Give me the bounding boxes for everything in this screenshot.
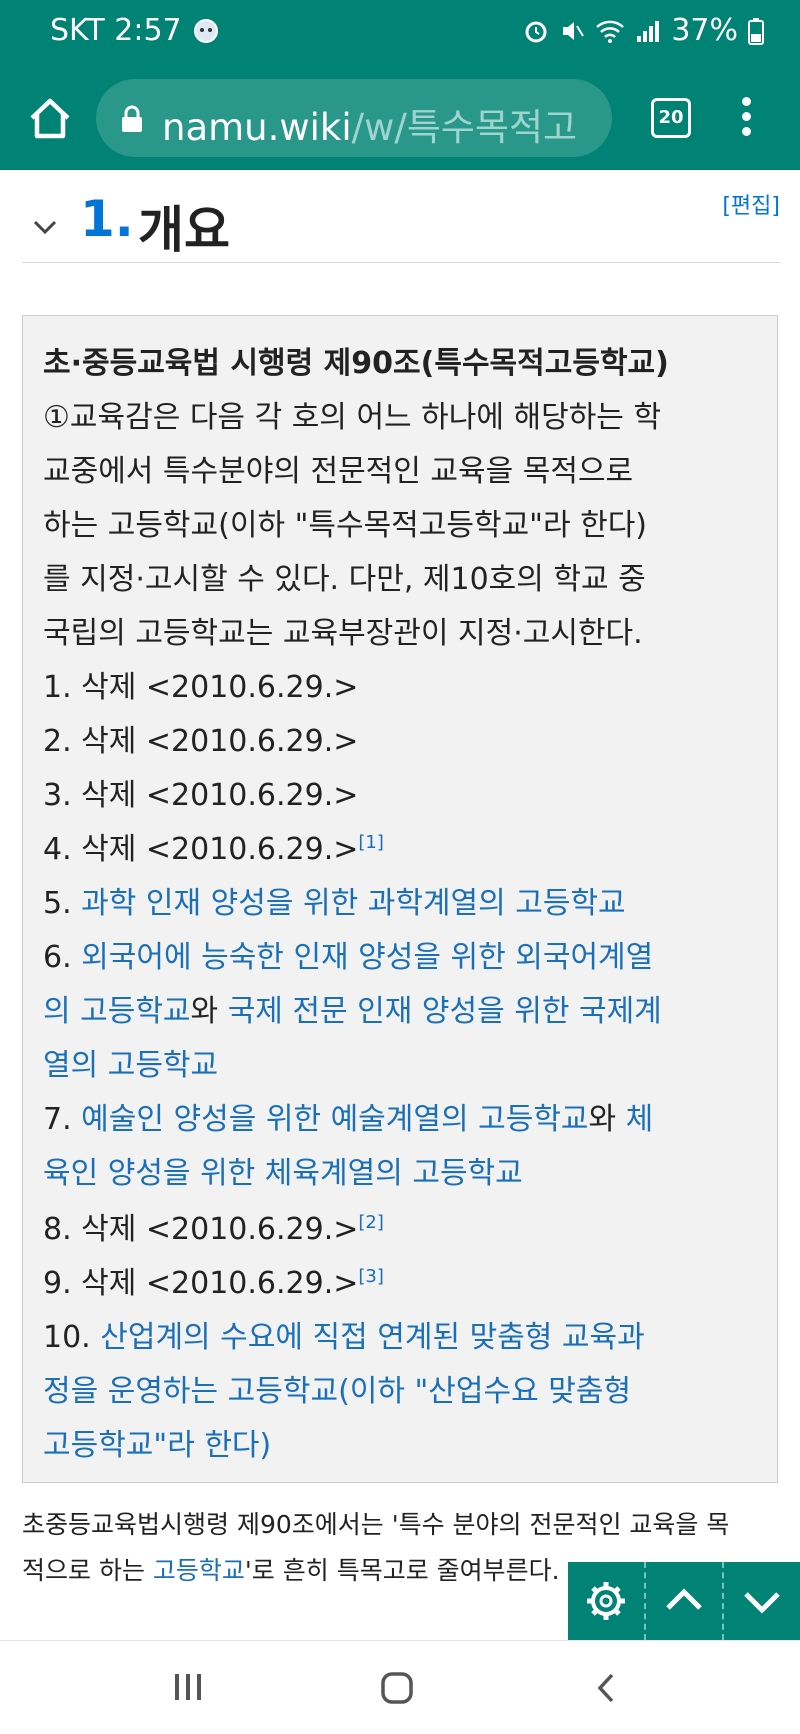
sports-school-link[interactable]: 체 [626, 1102, 654, 1137]
system-nav-bar [0, 1640, 800, 1734]
law-item-8: 8. 삭제 <2010.6.29.>[2] [43, 1204, 384, 1248]
paragraph-text: 적으로 하는 [22, 1556, 153, 1585]
overflow-menu-button[interactable] [736, 92, 756, 148]
law-quote-box: 초·중등교육법 시행령 제90조(특수목적고등학교) ①교육감은 다음 각 호의… [22, 315, 778, 1483]
recent-apps-icon[interactable] [172, 1671, 204, 1703]
foreign-language-school-link[interactable]: 의 고등학교 [43, 994, 191, 1029]
footnote-3-link[interactable]: [3] [358, 1266, 384, 1287]
floating-controls [568, 1562, 800, 1640]
law-text-line: 교중에서 특수분야의 전문적인 교육을 목적으로 [43, 454, 634, 489]
address-bar: namu.wiki/w/특수목적고 20 [0, 70, 800, 166]
mute-icon [563, 21, 585, 40]
law-item-1: 1. 삭제 <2010.6.29.> [43, 670, 359, 705]
law-text-line: 국립의 고등학교는 교육부장관이 지정·고시한다. [43, 616, 643, 651]
chevron-down-icon[interactable] [32, 214, 58, 240]
footnote-2-link[interactable]: [2] [358, 1212, 384, 1233]
conjunction-text: 와 [588, 1102, 626, 1137]
status-bar: SKT 2:57 37% [0, 0, 800, 62]
browser-toolbar: SKT 2:57 37% namu.wiki/w/특수목적고 20 [0, 0, 800, 170]
url-path: /w/특수목적고 [351, 106, 578, 149]
section-title: 개요 [138, 201, 230, 259]
law-item-3: 3. 삭제 <2010.6.29.> [43, 778, 359, 813]
law-text-line: 하는 고등학교(이하 "특수목적고등학교"라 한다) [43, 508, 648, 543]
body-paragraph-line: 초중등교육법시행령 제90조에서는 '특수 분야의 전문적인 교육을 목 [22, 1510, 730, 1539]
science-school-link[interactable]: 과학 인재 양성을 위한 과학계열의 고등학교 [81, 886, 625, 921]
arts-school-link[interactable]: 예술인 양성을 위한 예술계열의 고등학교 [81, 1102, 588, 1137]
law-item-4-text: 4. 삭제 <2010.6.29.> [43, 832, 359, 867]
battery-icon [748, 17, 764, 45]
section-number: 1. [80, 190, 134, 248]
law-item-10-cont2: 고등학교"라 한다) [43, 1420, 271, 1464]
law-item-2: 2. 삭제 <2010.6.29.> [43, 724, 359, 759]
carrier-time: SKT 2:57 [50, 13, 182, 48]
lock-icon [122, 105, 142, 132]
law-item-9: 9. 삭제 <2010.6.29.>[3] [43, 1258, 384, 1302]
meister-school-link[interactable]: 산업계의 수요에 직접 연계된 맞춤형 교육과 [100, 1320, 644, 1355]
international-school-link[interactable]: 열의 고등학교 [43, 1048, 218, 1083]
law-item-8-text: 8. 삭제 <2010.6.29.> [43, 1212, 359, 1247]
scroll-up-icon [666, 1588, 702, 1610]
law-heading: 초·중등교육법 시행령 제90조(특수목적고등학교) [43, 346, 669, 381]
battery-percent: 37% [671, 13, 738, 48]
item-number: 7. [43, 1102, 82, 1137]
law-text-line: 를 지정·고시할 수 있다. 다만, 제10호의 학교 중 [43, 562, 646, 597]
section-header[interactable]: 1. 개요 [편집] [22, 188, 780, 263]
law-item-6: 6. 외국어에 능숙한 인재 양성을 위한 외국어계열 [43, 932, 653, 976]
item-number: 6. [43, 940, 82, 975]
item-number: 10. [43, 1320, 101, 1355]
settings-icon [587, 1582, 625, 1620]
foreign-language-school-link[interactable]: 외국어에 능숙한 인재 양성을 위한 외국어계열 [81, 940, 653, 975]
high-school-link[interactable]: 고등학교 [153, 1556, 245, 1585]
law-item-10: 10. 산업계의 수요에 직접 연계된 맞춤형 교육과 [43, 1312, 645, 1356]
edit-link[interactable]: [편집] [722, 188, 780, 220]
law-item-5: 5. 과학 인재 양성을 위한 과학계열의 고등학교 [43, 878, 626, 922]
law-item-10-cont: 정을 운영하는 고등학교(이하 "산업수요 맞춤형 [43, 1366, 631, 1410]
meister-school-link[interactable]: 정을 운영하는 고등학교(이하 "산업수요 맞춤형 [43, 1374, 631, 1409]
mascot-icon [193, 18, 218, 43]
law-item-7: 7. 예술인 양성을 위한 예술계열의 고등학교와 체 [43, 1094, 653, 1138]
url-host: namu.wiki [162, 106, 352, 149]
scroll-down-button[interactable] [724, 1562, 800, 1640]
law-text-line: ①교육감은 다음 각 호의 어느 하나에 해당하는 학 [43, 400, 662, 435]
paragraph-text: '로 흔히 특목고로 줄여부른다. [244, 1556, 560, 1585]
conjunction-text: 와 [190, 994, 228, 1029]
sports-school-link[interactable]: 육인 양성을 위한 체육계열의 고등학교 [43, 1156, 523, 1191]
meister-school-link[interactable]: 고등학교"라 한다) [43, 1428, 271, 1463]
signal-icon [637, 20, 660, 42]
settings-button[interactable] [568, 1562, 646, 1640]
home-icon[interactable] [24, 92, 76, 144]
law-item-7-cont: 육인 양성을 위한 체육계열의 고등학교 [43, 1148, 523, 1192]
url-field[interactable]: namu.wiki/w/특수목적고 [96, 79, 612, 157]
home-icon[interactable] [380, 1671, 414, 1705]
law-item-6-cont2: 열의 고등학교 [43, 1040, 218, 1084]
law-item-4: 4. 삭제 <2010.6.29.>[1] [43, 824, 384, 868]
footnote-1-link[interactable]: [1] [358, 832, 384, 853]
tab-switcher-button[interactable]: 20 [651, 98, 691, 138]
wifi-icon [596, 20, 625, 43]
scroll-up-button[interactable] [646, 1562, 724, 1640]
back-icon[interactable] [592, 1671, 620, 1705]
international-school-link[interactable]: 국제 전문 인재 양성을 위한 국제계 [228, 994, 662, 1029]
scroll-down-icon [744, 1592, 780, 1614]
law-item-9-text: 9. 삭제 <2010.6.29.> [43, 1266, 359, 1301]
law-item-6-cont: 의 고등학교와 국제 전문 인재 양성을 위한 국제계 [43, 986, 662, 1030]
item-number: 5. [43, 886, 82, 921]
body-paragraph-line: 적으로 하는 고등학교'로 흔히 특목고로 줄여부른다. [22, 1551, 560, 1587]
alarm-icon [525, 21, 547, 42]
